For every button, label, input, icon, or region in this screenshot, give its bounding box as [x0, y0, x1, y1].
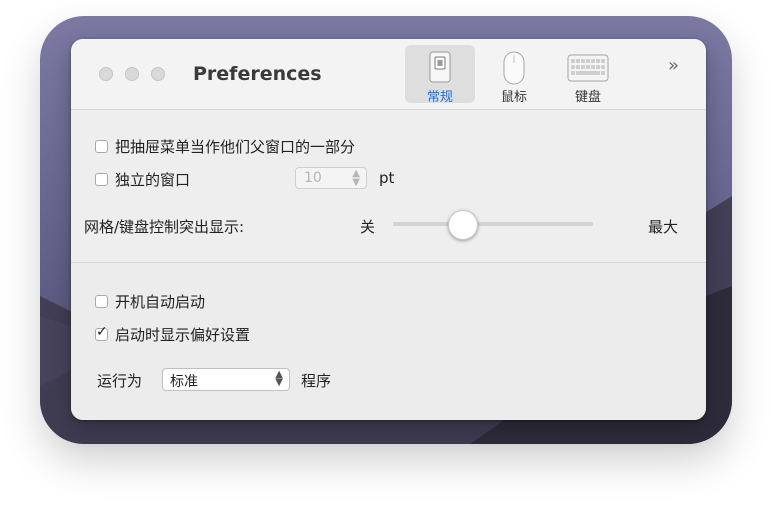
select-arrows-icon: ▲ ▼ — [275, 369, 283, 388]
show-prefs-row[interactable]: 启动时显示偏好设置 — [95, 324, 250, 345]
window-title: Preferences — [193, 63, 322, 85]
toolbar-tab-mouse[interactable]: 鼠标 — [479, 45, 549, 105]
drawer-option-row[interactable]: 把抽屉菜单当作他们父窗口的一部分 — [95, 136, 355, 157]
font-size-stepper[interactable]: 10 ▲ ▼ — [295, 167, 367, 189]
screenshot-stage: Preferences 常规 鼠标 键盘 » 把抽屉菜单当作他们父窗口的一部分 … — [0, 0, 771, 507]
slider-min-label: 关 — [360, 218, 376, 236]
drawer-option-label: 把抽屉菜单当作他们父窗口的一部分 — [115, 138, 356, 156]
mouse-icon — [502, 51, 526, 89]
run-as-suffix: 程序 — [301, 372, 332, 390]
tab-label-general: 常规 — [426, 90, 453, 105]
stepper-arrows-icon[interactable]: ▲ ▼ — [352, 169, 360, 188]
tab-label-mouse: 鼠标 — [500, 90, 527, 105]
launch-at-login-label: 开机自动启动 — [115, 293, 206, 311]
show-prefs-checkbox[interactable] — [95, 324, 108, 341]
tab-label-keyboard: 键盘 — [574, 90, 601, 105]
standalone-window-checkbox[interactable] — [95, 173, 108, 186]
standalone-window-label: 独立的窗口 — [115, 171, 191, 189]
show-prefs-label: 启动时显示偏好设置 — [115, 326, 251, 344]
close-button[interactable] — [99, 67, 113, 81]
font-size-value: 10 — [304, 170, 322, 186]
slider-max-label: 最大 — [648, 218, 679, 236]
grid-emphasis-slider-track[interactable] — [393, 222, 593, 226]
run-as-value: 标准 — [170, 374, 198, 390]
switch-icon — [429, 51, 451, 87]
run-as-select[interactable]: 标准 ▲ ▼ — [162, 368, 290, 391]
drawer-option-checkbox[interactable] — [95, 140, 108, 153]
toolbar-overflow-chevron-icon[interactable]: » — [668, 55, 679, 76]
grid-emphasis-slider-knob[interactable] — [448, 210, 478, 240]
title-bar: Preferences 常规 鼠标 键盘 » — [71, 39, 706, 110]
standalone-window-row[interactable]: 独立的窗口 — [95, 169, 190, 190]
toolbar-tab-keyboard[interactable]: 键盘 — [553, 45, 623, 105]
launch-at-login-row[interactable]: 开机自动启动 — [95, 291, 205, 312]
run-as-label: 运行为 — [97, 372, 143, 390]
preferences-window: Preferences 常规 鼠标 键盘 » 把抽屉菜单当作他们父窗口的一部分 … — [71, 39, 706, 420]
launch-at-login-checkbox[interactable] — [95, 295, 108, 308]
font-size-unit: pt — [379, 169, 395, 187]
toolbar-tab-general[interactable]: 常规 — [405, 45, 475, 105]
grid-emphasis-label: 网格/键盘控制突出显示: — [84, 218, 245, 236]
minimize-button[interactable] — [125, 67, 139, 81]
zoom-button[interactable] — [151, 67, 165, 81]
keyboard-icon — [567, 54, 609, 86]
